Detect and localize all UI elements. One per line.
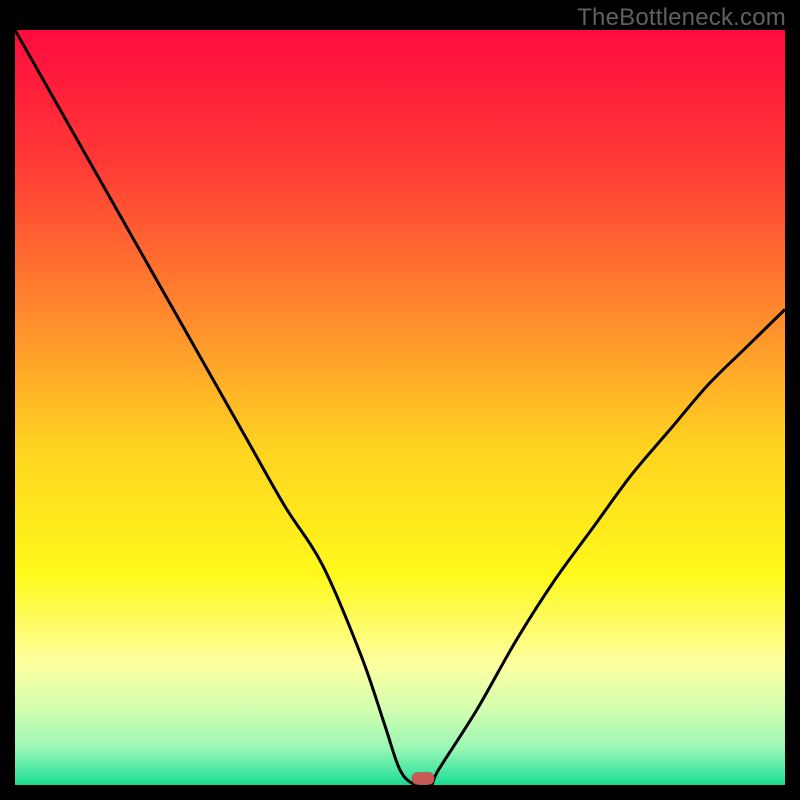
gradient-background (15, 30, 785, 785)
watermark-text: TheBottleneck.com (577, 4, 786, 32)
chart-frame: TheBottleneck.com (0, 0, 800, 800)
optimal-marker (412, 772, 434, 784)
chart-svg (15, 30, 785, 785)
bottleneck-chart (15, 30, 785, 785)
